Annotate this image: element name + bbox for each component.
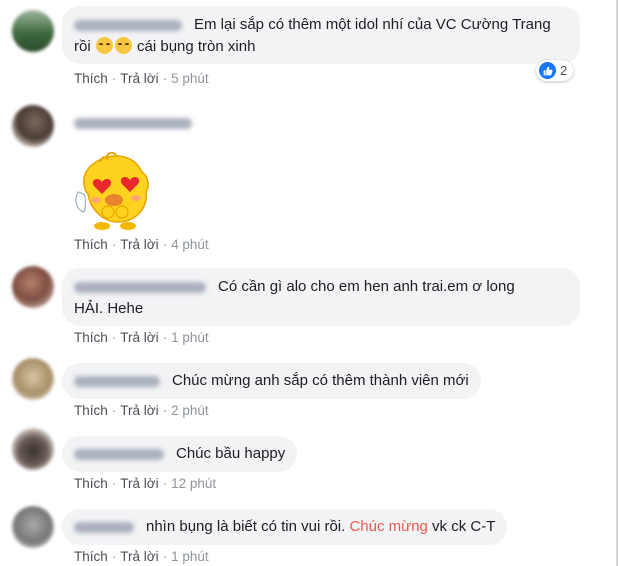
like-link[interactable]: Thích xyxy=(74,549,108,564)
avatar[interactable] xyxy=(12,105,54,147)
author-name[interactable] xyxy=(74,118,192,129)
avatar[interactable] xyxy=(12,10,54,52)
reply-link[interactable]: Trả lời xyxy=(120,71,158,86)
author-name[interactable] xyxy=(74,448,164,460)
scrollbar-edge[interactable] xyxy=(616,0,618,566)
like-link[interactable]: Thích xyxy=(74,403,108,418)
smiling-face-icon xyxy=(95,37,113,54)
highlighted-text[interactable]: Chúc mừng xyxy=(349,518,427,535)
comment-actions: Thích · Trả lời · 1 phút xyxy=(74,549,209,564)
comment-bubble: Em lại sắp có thêm một idol nhí của VC C… xyxy=(62,6,580,64)
like-reaction-icon xyxy=(539,62,556,79)
like-link[interactable]: Thích xyxy=(74,71,108,86)
like-link[interactable]: Thích xyxy=(74,330,108,345)
comment-text: Chúc bầu happy xyxy=(176,445,286,462)
comment-text: Chúc mừng anh sắp có thêm thành viên mới xyxy=(172,372,469,389)
comment-text: rồi xyxy=(74,38,91,55)
timestamp[interactable]: 2 phút xyxy=(171,403,209,418)
reply-link[interactable]: Trả lời xyxy=(120,237,158,252)
heart-eyes-chick-sticker xyxy=(75,151,149,230)
reply-link[interactable]: Trả lời xyxy=(120,549,158,564)
comment-text: vk ck C-T xyxy=(432,518,496,535)
author-name[interactable] xyxy=(74,281,206,293)
comment-bubble: Chúc bầu happy xyxy=(62,436,298,472)
comment-actions: Thích · Trả lời · 1 phút xyxy=(74,330,209,345)
avatar[interactable] xyxy=(12,428,54,470)
avatar[interactable] xyxy=(12,506,54,548)
comment-text: Em lại sắp có thêm một idol nhí của VC C… xyxy=(194,16,551,33)
author-name[interactable] xyxy=(74,375,160,387)
timestamp[interactable]: 5 phút xyxy=(171,71,209,86)
reaction-count: 2 xyxy=(560,63,568,78)
reply-link[interactable]: Trả lời xyxy=(120,403,158,418)
avatar[interactable] xyxy=(12,266,54,308)
reaction-summary[interactable]: 2 xyxy=(536,60,574,81)
comment-bubble: Chúc mừng anh sắp có thêm thành viên mới xyxy=(62,363,481,399)
smiling-face-icon xyxy=(114,37,132,54)
comment-bubble: Có cần gì alo cho em hen anh trai.em ơ l… xyxy=(62,268,580,326)
comment-text: HẢI. Hehe xyxy=(74,300,144,317)
author-name[interactable] xyxy=(74,19,182,31)
comment-actions: Thích · Trả lời · 4 phút xyxy=(74,237,209,252)
comment-text: cái bụng tròn xinh xyxy=(137,38,256,55)
comment-actions: Thích · Trả lời · 5 phút xyxy=(74,71,209,86)
timestamp[interactable]: 1 phút xyxy=(171,549,209,564)
comment-text: Có cần gì alo cho em hen anh trai.em ơ l… xyxy=(218,278,515,295)
avatar[interactable] xyxy=(12,358,54,400)
comment-text: nhìn bụng là biết có tin vui rồi. xyxy=(146,518,346,535)
timestamp[interactable]: 12 phút xyxy=(171,476,216,491)
comment-bubble: nhìn bụng là biết có tin vui rồi. Chúc m… xyxy=(62,509,508,545)
timestamp[interactable]: 4 phút xyxy=(171,237,209,252)
timestamp[interactable]: 1 phút xyxy=(171,330,209,345)
comment-actions: Thích · Trả lời · 2 phút xyxy=(74,403,209,418)
like-link[interactable]: Thích xyxy=(74,476,108,491)
comment-actions: Thích · Trả lời · 12 phút xyxy=(74,476,217,491)
reply-link[interactable]: Trả lời xyxy=(120,330,158,345)
like-link[interactable]: Thích xyxy=(74,237,108,252)
reply-link[interactable]: Trả lời xyxy=(120,476,158,491)
author-name[interactable] xyxy=(74,521,134,533)
